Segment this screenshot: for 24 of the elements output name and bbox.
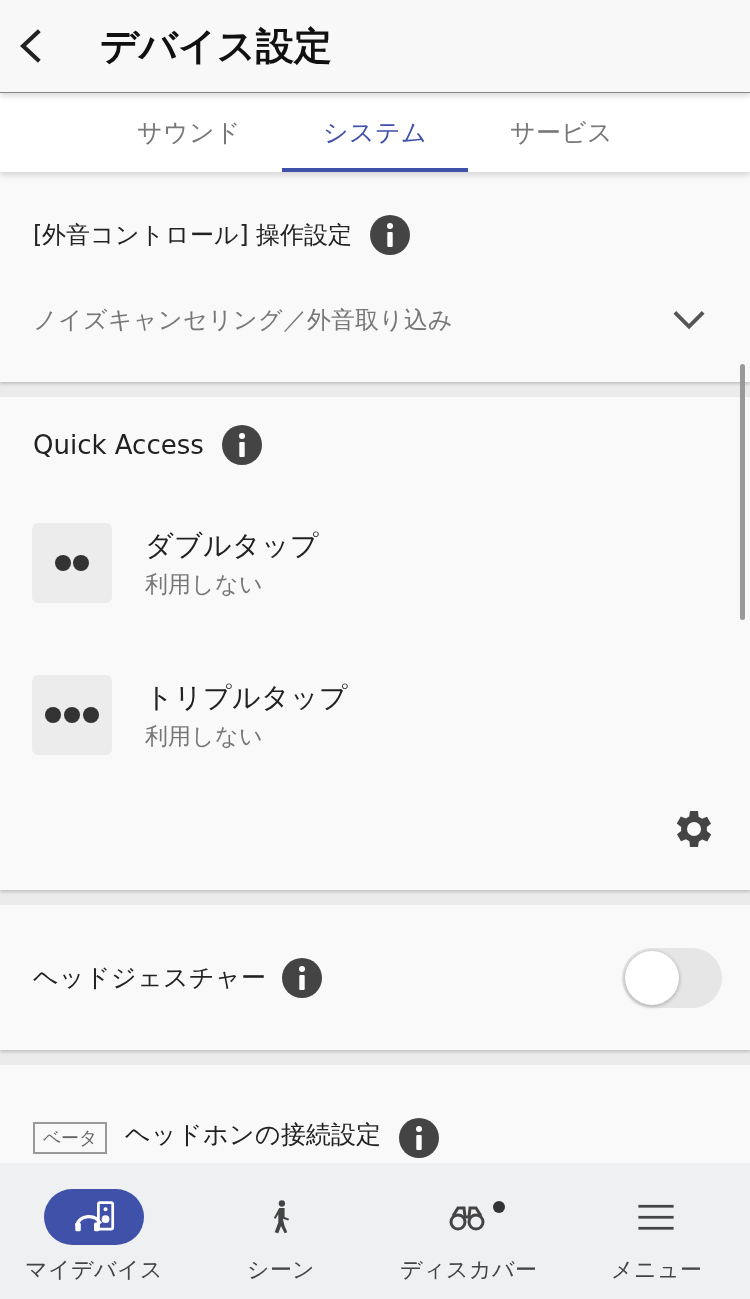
nav-tab[interactable]: シーン xyxy=(187,1163,375,1299)
info-icon[interactable] xyxy=(370,215,411,255)
info-icon[interactable] xyxy=(221,425,262,465)
info-icon[interactable] xyxy=(282,957,322,998)
beta-tag: ベータ xyxy=(33,1122,107,1154)
setting-label: ヘッドジェスチャー xyxy=(33,962,266,994)
nav-tab[interactable]: ディスカバー xyxy=(375,1163,563,1299)
section-title: [外音コントロール] 操作設定 xyxy=(33,220,353,251)
quick-access-item[interactable]: ダブルタップ 利用しない xyxy=(0,523,750,603)
tab[interactable]: サービス xyxy=(468,93,654,172)
chevron-down-icon xyxy=(672,309,706,331)
setting-label: ヘッドホンの接続設定 xyxy=(125,1119,381,1151)
info-icon[interactable] xyxy=(399,1118,439,1158)
page-title: デバイス設定 xyxy=(100,22,332,70)
notification-dot xyxy=(492,1201,505,1213)
tab[interactable]: サウンド xyxy=(96,93,282,172)
mode-dropdown[interactable]: ノイズキャンセリング／外音取り込み xyxy=(0,298,750,342)
two-dots-icon xyxy=(32,523,112,603)
toggle-switch[interactable] xyxy=(622,947,722,1008)
nav-tab[interactable]: マイデバイス xyxy=(0,1163,188,1299)
section-title: Quick Access xyxy=(33,430,204,460)
nav-tab[interactable]: メニュー xyxy=(562,1163,750,1299)
quick-access-item[interactable]: トリプルタップ 利用しない xyxy=(0,675,750,755)
three-dots-icon xyxy=(32,675,112,755)
